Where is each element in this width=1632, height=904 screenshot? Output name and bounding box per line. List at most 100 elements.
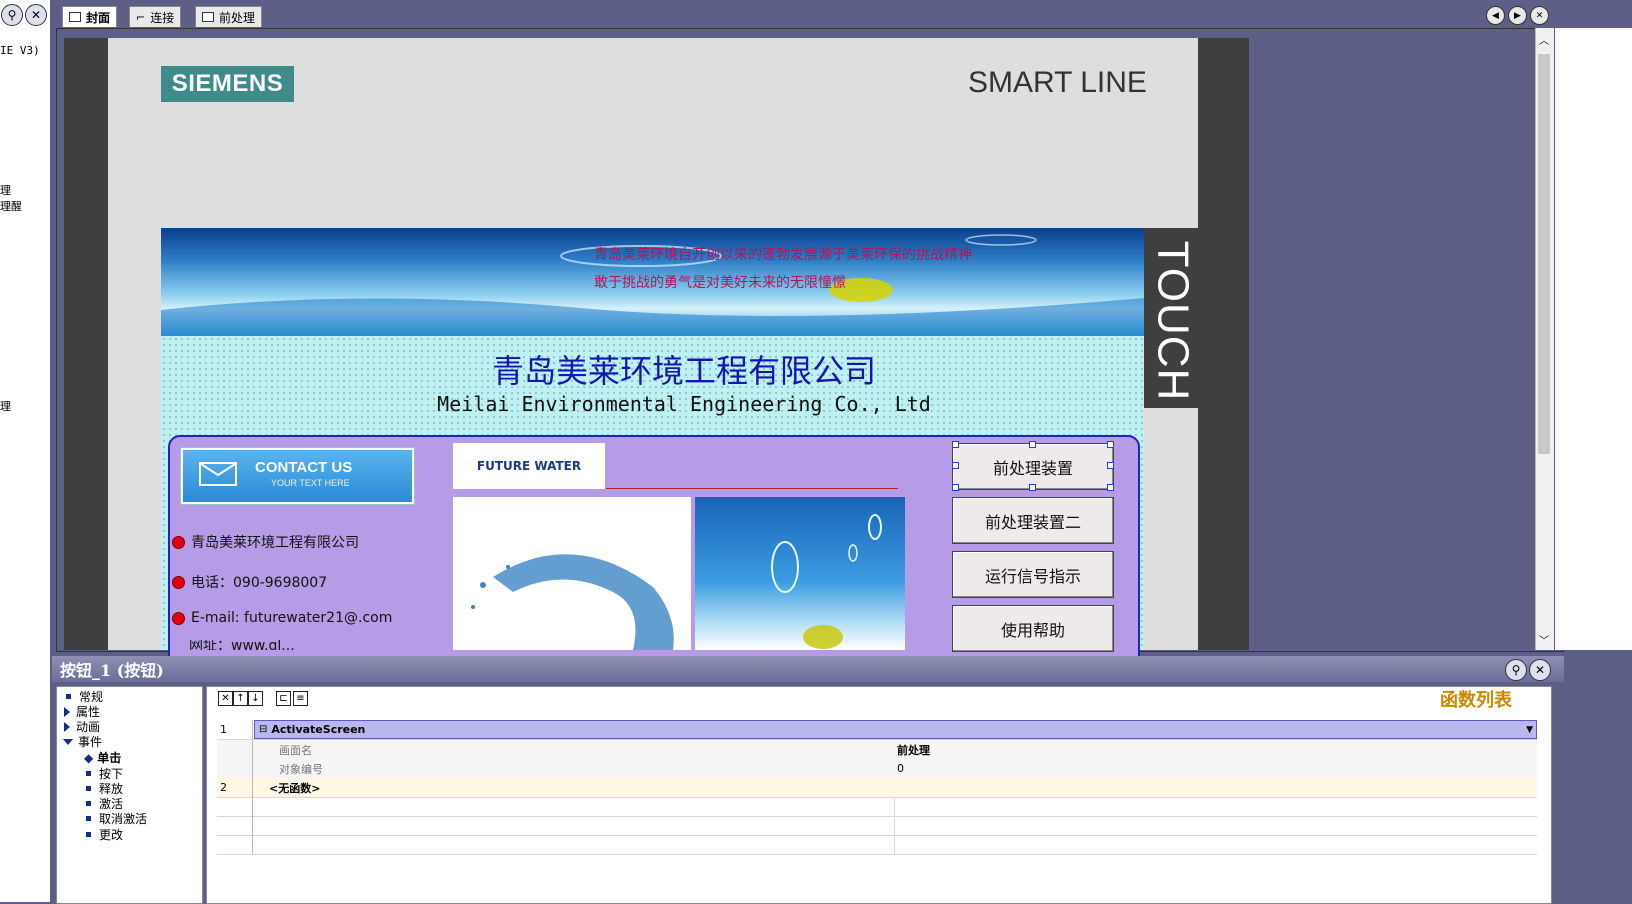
param-value[interactable]: 0	[897, 759, 904, 778]
empty-row	[217, 835, 1537, 855]
delete-function-icon[interactable]: ✕	[218, 691, 233, 706]
tree-event-deactivate[interactable]: 取消激活	[86, 810, 147, 827]
tree-item[interactable]: 理	[0, 182, 11, 198]
screen-icon	[69, 12, 81, 22]
row-number: 1	[217, 720, 253, 739]
info-company: 青岛美莱环境工程有限公司	[172, 532, 359, 552]
company-name-en: Meilai Environmental Engineering Co., Lt…	[437, 392, 931, 416]
column-divider	[894, 816, 895, 835]
tree-label: 事件	[78, 735, 103, 749]
row-number	[217, 835, 253, 854]
tab-scroll-right-icon[interactable]: ▶	[1508, 6, 1527, 25]
scroll-thumb[interactable]	[1538, 54, 1550, 454]
red-dot-icon	[172, 535, 185, 549]
row-number	[217, 797, 253, 816]
divider-line	[606, 488, 898, 489]
info-text: E-mail: futurewater21@.com	[191, 610, 393, 626]
tree-label: 取消激活	[99, 812, 148, 826]
selection-handle[interactable]	[952, 484, 959, 491]
tree-event-click[interactable]: ◆ 单击	[84, 749, 121, 766]
help-button[interactable]: 使用帮助	[952, 605, 1114, 652]
editor-vertical-scrollbar[interactable]: ︿ ﹀	[1535, 28, 1554, 650]
tree-item[interactable]: IE V3)	[0, 44, 40, 57]
function-row[interactable]: 1 ⊟ ActivateScreen ▼	[217, 720, 1537, 740]
tab-scroll-left-icon[interactable]: ◀	[1486, 6, 1505, 25]
tree-item[interactable]: 理	[0, 398, 11, 414]
scroll-up-icon[interactable]: ︿	[1539, 32, 1549, 47]
move-up-icon[interactable]: ↑	[233, 691, 248, 706]
leaf-icon	[86, 816, 91, 821]
row-number: 2	[217, 778, 253, 797]
siemens-logo: SIEMENS	[161, 66, 294, 102]
dropdown-arrow-icon[interactable]: ▼	[1526, 725, 1533, 735]
leaf-icon	[86, 801, 91, 806]
param-name: 画面名	[279, 743, 312, 757]
function-name[interactable]: <无函数>	[269, 778, 320, 797]
param-row[interactable]: 对象编号 0	[217, 759, 1537, 779]
future-water-logo: FUTURE WATER	[453, 443, 605, 489]
tree-event-change[interactable]: 更改	[86, 826, 123, 843]
tree-events[interactable]: 事件	[63, 733, 102, 750]
selected-diamond-icon: ◆	[84, 750, 94, 765]
red-dot-icon	[172, 575, 185, 589]
tab-preprocess[interactable]: 前处理	[195, 6, 263, 27]
selection-handle[interactable]	[1029, 484, 1036, 491]
info-phone: 电话：090-9698007	[172, 572, 327, 592]
column-divider	[894, 797, 895, 816]
selection-handle[interactable]	[1029, 441, 1036, 448]
tab-label: 封面	[86, 10, 111, 25]
bubbles-art	[771, 514, 882, 649]
row-number	[217, 740, 253, 759]
row-number	[217, 759, 253, 778]
selection-handle[interactable]	[952, 441, 959, 448]
param-value[interactable]: 前处理	[897, 740, 930, 759]
contact-title: CONTACT US	[255, 459, 353, 476]
leaf-icon	[86, 832, 91, 837]
banner-text-1: 青岛美莱环境自开创以来的蓬勃发展源于美莱环保的挑战精神	[594, 247, 972, 263]
tab-cover[interactable]: 封面	[62, 6, 118, 27]
list-icon[interactable]: ≡	[293, 691, 308, 706]
move-down-icon[interactable]: ↓	[248, 691, 263, 706]
tab-connections[interactable]: ⌐ 连接	[129, 6, 182, 27]
selection-handle[interactable]	[952, 462, 959, 469]
scroll-down-icon[interactable]: ﹀	[1539, 632, 1549, 647]
function-name: ActivateScreen	[271, 723, 366, 736]
collapse-box-icon[interactable]: ⊟	[259, 724, 267, 735]
function-row[interactable]: 2 <无函数>	[217, 778, 1537, 798]
pin-icon[interactable]: ⚲	[1, 4, 23, 26]
function-grid: 1 ⊟ ActivateScreen ▼ 画面名 前处理 对象编号 0 2 <无…	[217, 720, 1537, 862]
info-email: E-mail: futurewater21@.com	[172, 610, 392, 626]
close-icon[interactable]: ✕	[1529, 659, 1551, 681]
indent-icon[interactable]: ⊏	[276, 691, 291, 706]
selection-handle[interactable]	[1107, 484, 1114, 491]
run-signal-button[interactable]: 运行信号指示	[952, 551, 1114, 598]
tree-label: 单击	[97, 751, 122, 765]
pin-icon[interactable]: ⚲	[1505, 659, 1527, 681]
function-selector[interactable]: ⊟ ActivateScreen ▼	[254, 720, 1537, 739]
param-row[interactable]: 画面名 前处理	[217, 740, 1537, 760]
close-editor-icon[interactable]: ✕	[1530, 6, 1549, 25]
close-icon[interactable]: ✕	[25, 4, 47, 26]
param-name: 对象编号	[279, 762, 323, 776]
properties-title-bar: 按钮_1 (按钮)	[52, 656, 1564, 682]
selection-handle[interactable]	[1107, 462, 1114, 469]
collapse-icon[interactable]	[63, 738, 73, 745]
preprocess-device-button[interactable]: 前处理装置	[952, 443, 1114, 490]
empty-row	[217, 816, 1537, 836]
row-number	[217, 816, 253, 835]
water-splash-art	[471, 554, 674, 650]
selection-handle[interactable]	[1107, 441, 1114, 448]
tree-item[interactable]: 理醒	[0, 198, 22, 214]
bubbles-image	[695, 497, 905, 650]
product-line-label: SMART LINE	[968, 66, 1147, 99]
info-text: 网址：www.ql...	[189, 640, 295, 650]
preprocess-device-2-button[interactable]: 前处理装置二	[952, 497, 1114, 544]
tab-label: 前处理	[219, 10, 256, 25]
expand-icon[interactable]	[64, 706, 70, 717]
expand-icon[interactable]	[64, 721, 70, 732]
screen-icon	[202, 12, 214, 22]
info-text: 青岛美莱环境工程有限公司	[191, 535, 359, 551]
leaf-icon	[86, 771, 91, 776]
leaf-icon	[86, 786, 91, 791]
banner-text-2: 敢于挑战的勇气是对美好未来的无限憧憬	[594, 275, 846, 291]
